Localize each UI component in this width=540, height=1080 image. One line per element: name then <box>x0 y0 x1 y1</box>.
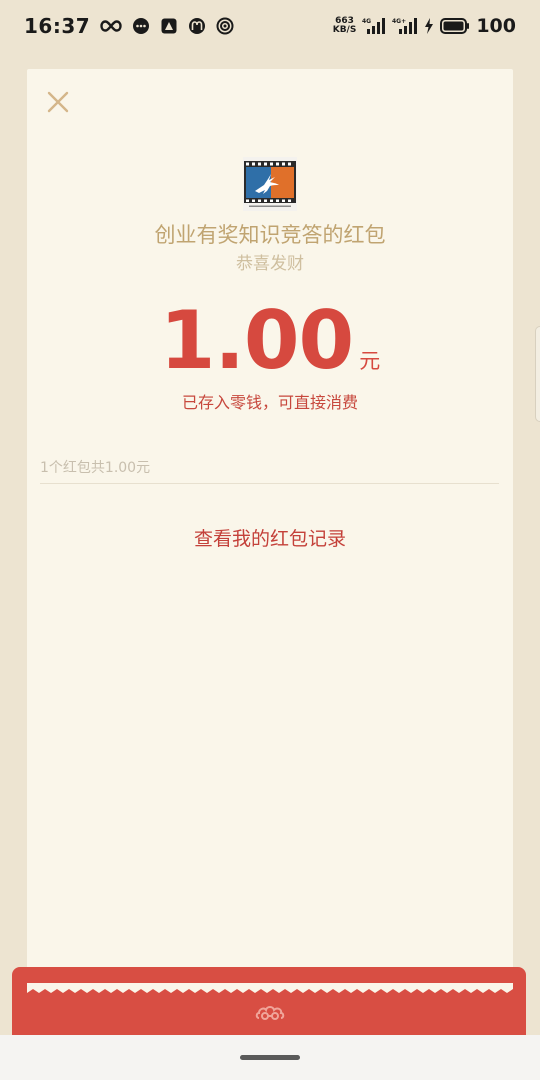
antelope-film-logo-icon <box>243 157 297 211</box>
divider <box>40 483 499 484</box>
edge-swipe-handle[interactable] <box>535 326 540 422</box>
network-speed: 663 KB/S <box>333 17 357 35</box>
red-packet-card: 创业有奖知识竞答的红包 恭喜发财 1.00 元 已存入零钱，可直接消费 1个红包… <box>27 69 513 991</box>
sender-avatar[interactable] <box>243 157 297 211</box>
status-time: 16:37 <box>24 14 91 38</box>
packet-summary: 1个红包共1.00元 <box>40 460 151 476</box>
hotspot-icon <box>216 17 234 35</box>
status-bar: 16:37 663 KB/S 4G 4G+ 100 <box>0 0 540 52</box>
view-records-link[interactable]: 查看我的红包记录 <box>27 524 513 551</box>
battery-level: 100 <box>476 15 516 37</box>
packet-title: 创业有奖知识竞答的红包 <box>154 223 386 247</box>
close-button[interactable] <box>43 87 73 117</box>
network-speed-unit: KB/S <box>332 25 357 35</box>
status-left: 16:37 <box>24 14 234 38</box>
amount-row: 1.00 元 <box>27 301 513 381</box>
status-right: 663 KB/S 4G 4G+ 100 <box>333 15 516 37</box>
infinity-icon <box>100 19 122 33</box>
navigation-bar <box>0 1035 540 1080</box>
sim2-label: 4G+ <box>392 18 406 25</box>
packet-greeting: 恭喜发财 <box>236 254 304 274</box>
home-indicator[interactable] <box>240 1055 300 1060</box>
red-packet-bottom <box>12 967 526 1035</box>
battery-icon <box>440 18 470 34</box>
deposit-note[interactable]: 已存入零钱，可直接消费 <box>27 389 513 413</box>
signal-sim2-icon: 4G+ <box>392 17 418 35</box>
cloud-icon <box>255 1006 285 1020</box>
signal-sim1-icon: 4G <box>362 17 386 35</box>
sim1-label: 4G <box>362 18 371 25</box>
close-icon <box>47 91 69 113</box>
message-icon <box>132 17 150 35</box>
zigzag-edge <box>27 983 513 993</box>
charging-icon <box>424 18 434 34</box>
app-notification-icon <box>160 17 178 35</box>
mcdonalds-icon <box>188 17 206 35</box>
packet-amount: 1.00 <box>159 294 354 387</box>
amount-unit: 元 <box>359 349 381 373</box>
